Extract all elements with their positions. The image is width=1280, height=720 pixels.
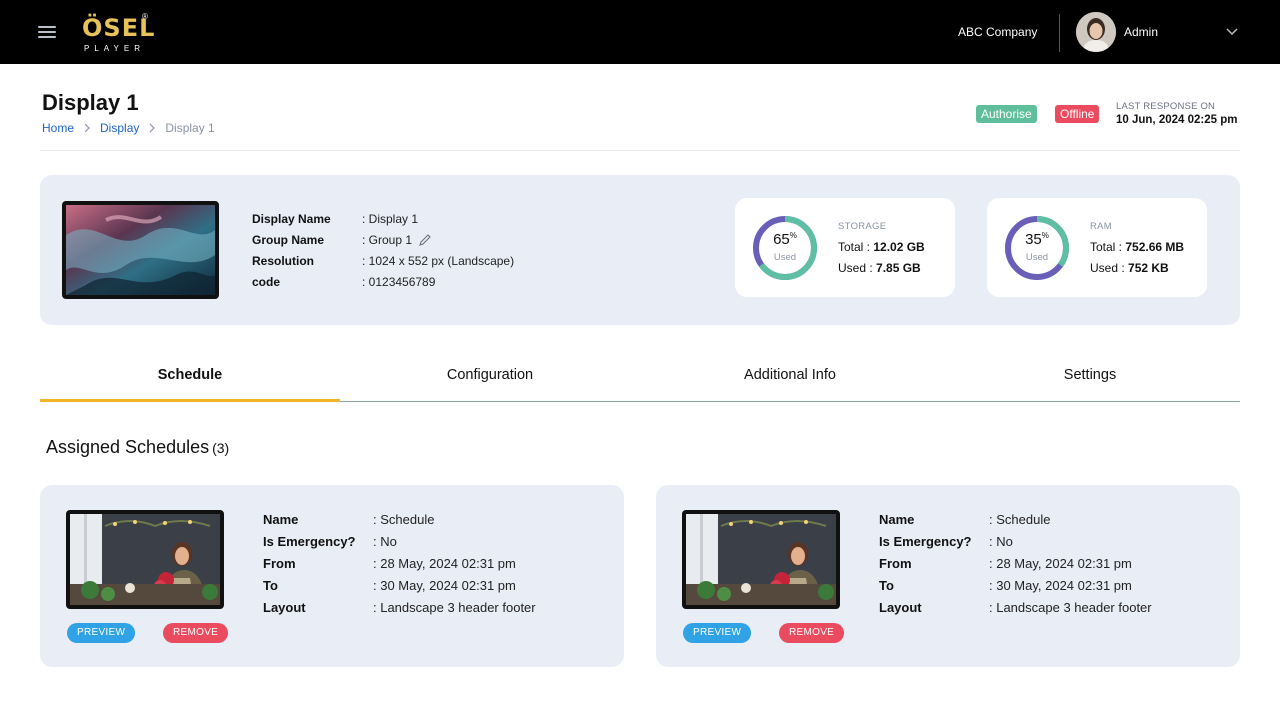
breadcrumb-current: Display 1 [165, 121, 215, 135]
ram-used-caption: Used [1025, 252, 1049, 263]
info-value: : Group 1 [362, 233, 413, 247]
schedule-thumbnail [66, 510, 224, 609]
schedule-label: Layout [263, 600, 306, 615]
schedule-label: To [263, 578, 278, 593]
remove-button[interactable]: REMOVE [779, 623, 845, 643]
tab-additional-info[interactable]: Additional Info [640, 350, 940, 401]
osel-logo[interactable]: ÖSEL ® PLAYER [82, 10, 154, 56]
user-name[interactable]: Admin [1124, 25, 1158, 39]
page-title: Display 1 [42, 90, 139, 115]
schedule-row-name: Name : Schedule [263, 512, 434, 527]
schedule-label: Is Emergency? [879, 534, 972, 549]
schedule-value: : 30 May, 2024 02:31 pm [989, 578, 1132, 593]
preview-button[interactable]: PREVIEW [67, 623, 136, 643]
storage-total: Total : 12.02 GB [838, 240, 925, 254]
ram-used: Used : 752 KB [1090, 261, 1169, 275]
top-bar: ÖSEL ® PLAYER ABC Company Admin [0, 0, 1280, 64]
info-value: : 0123456789 [362, 275, 436, 289]
schedule-row-layout: Layout : Landscape 3 header footer [263, 600, 536, 615]
schedule-value: : No [373, 534, 397, 549]
schedule-value: : Landscape 3 header footer [989, 600, 1152, 615]
info-row-group-name: Group Name : Group 1 [252, 233, 432, 247]
schedule-value: : 28 May, 2024 02:31 pm [373, 556, 516, 571]
breadcrumb-home[interactable]: Home [42, 121, 74, 135]
assigned-schedules-heading: Assigned Schedules (3) [46, 437, 229, 458]
display-info-panel: Display Name : Display 1 Group Name : Gr… [40, 175, 1240, 325]
schedule-label: Name [263, 512, 299, 527]
info-label: Resolution [252, 254, 314, 268]
tab-bar: Schedule Configuration Additional Info S… [40, 350, 1240, 402]
schedule-card: PREVIEW REMOVE Name : Schedule Is Emergen… [40, 485, 624, 667]
storage-title: STORAGE [838, 221, 887, 232]
schedule-row-name: Name : Schedule [879, 512, 1050, 527]
tab-schedule[interactable]: Schedule [40, 350, 340, 402]
schedule-value: : No [989, 534, 1013, 549]
section-count: (3) [212, 440, 230, 456]
schedule-row-from: From : 28 May, 2024 02:31 pm [879, 556, 1132, 571]
info-row-code: code : 0123456789 [252, 275, 435, 289]
logo-registered-mark: ® [142, 12, 148, 21]
header-divider [1059, 14, 1060, 52]
storage-percent: 65% [773, 231, 797, 248]
preview-button[interactable]: PREVIEW [683, 623, 752, 643]
last-response-value: 10 Jun, 2024 02:25 pm [1116, 114, 1238, 126]
info-value: : Display 1 [362, 212, 419, 226]
storage-card: 65% Used STORAGE Total : 12.02 GB Used :… [735, 198, 955, 297]
schedule-value: : Schedule [373, 512, 435, 527]
menu-icon[interactable] [38, 24, 58, 40]
schedule-row-to: To : 30 May, 2024 02:31 pm [263, 578, 516, 593]
schedule-value: : Schedule [989, 512, 1051, 527]
breadcrumb: Home Display Display 1 [42, 121, 215, 135]
chevron-right-icon [79, 122, 95, 134]
schedule-value: : Landscape 3 header footer [373, 600, 536, 615]
section-title-text: Assigned Schedules [46, 437, 210, 457]
pencil-icon[interactable] [418, 233, 432, 247]
info-row-display-name: Display Name : Display 1 [252, 212, 418, 226]
status-badge-offline: Offline [1055, 105, 1100, 123]
storage-used: Used : 7.85 GB [838, 261, 921, 275]
schedule-label: To [879, 578, 894, 593]
schedule-label: From [879, 556, 912, 571]
storage-donut-chart [753, 216, 817, 280]
tab-configuration[interactable]: Configuration [340, 350, 640, 401]
info-label: Display Name [252, 212, 331, 226]
schedule-row-from: From : 28 May, 2024 02:31 pm [263, 556, 516, 571]
last-response-label: LAST RESPONSE ON [1116, 101, 1216, 112]
schedule-value: : 30 May, 2024 02:31 pm [373, 578, 516, 593]
schedule-row-layout: Layout : Landscape 3 header footer [879, 600, 1152, 615]
schedule-label: Name [879, 512, 915, 527]
info-label: code [252, 275, 281, 289]
info-value: : 1024 x 552 px (Landscape) [362, 254, 515, 268]
header-separator [40, 150, 1240, 151]
schedule-label: Layout [879, 600, 922, 615]
ram-total: Total : 752.66 MB [1090, 240, 1185, 254]
remove-button[interactable]: REMOVE [163, 623, 229, 643]
breadcrumb-display[interactable]: Display [100, 121, 139, 135]
company-name: ABC Company [958, 25, 1038, 39]
avatar[interactable] [1076, 12, 1116, 52]
schedule-row-to: To : 30 May, 2024 02:31 pm [879, 578, 1132, 593]
storage-used-caption: Used [773, 252, 797, 263]
info-label: Group Name [252, 233, 325, 247]
schedule-row-emergency: Is Emergency? : No [879, 534, 1013, 549]
schedule-value: : 28 May, 2024 02:31 pm [989, 556, 1132, 571]
chevron-right-icon [144, 122, 160, 134]
logo-subtext: PLAYER [84, 44, 145, 53]
schedule-row-emergency: Is Emergency? : No [263, 534, 397, 549]
display-thumbnail [62, 201, 219, 299]
ram-title: RAM [1090, 221, 1113, 232]
ram-donut-chart [1005, 216, 1069, 280]
schedule-card: PREVIEW REMOVE Name : Schedule Is Emergen… [656, 485, 1240, 667]
ram-card: 35% Used RAM Total : 752.66 MB Used : 75… [987, 198, 1207, 297]
schedule-thumbnail [682, 510, 840, 609]
status-badge-authorise: Authorise [976, 105, 1037, 123]
chevron-down-icon[interactable] [1225, 25, 1239, 39]
ram-percent: 35% [1025, 231, 1049, 248]
info-row-resolution: Resolution : 1024 x 552 px (Landscape) [252, 254, 514, 268]
schedule-label: From [263, 556, 296, 571]
schedule-label: Is Emergency? [263, 534, 356, 549]
tab-settings[interactable]: Settings [940, 350, 1240, 401]
